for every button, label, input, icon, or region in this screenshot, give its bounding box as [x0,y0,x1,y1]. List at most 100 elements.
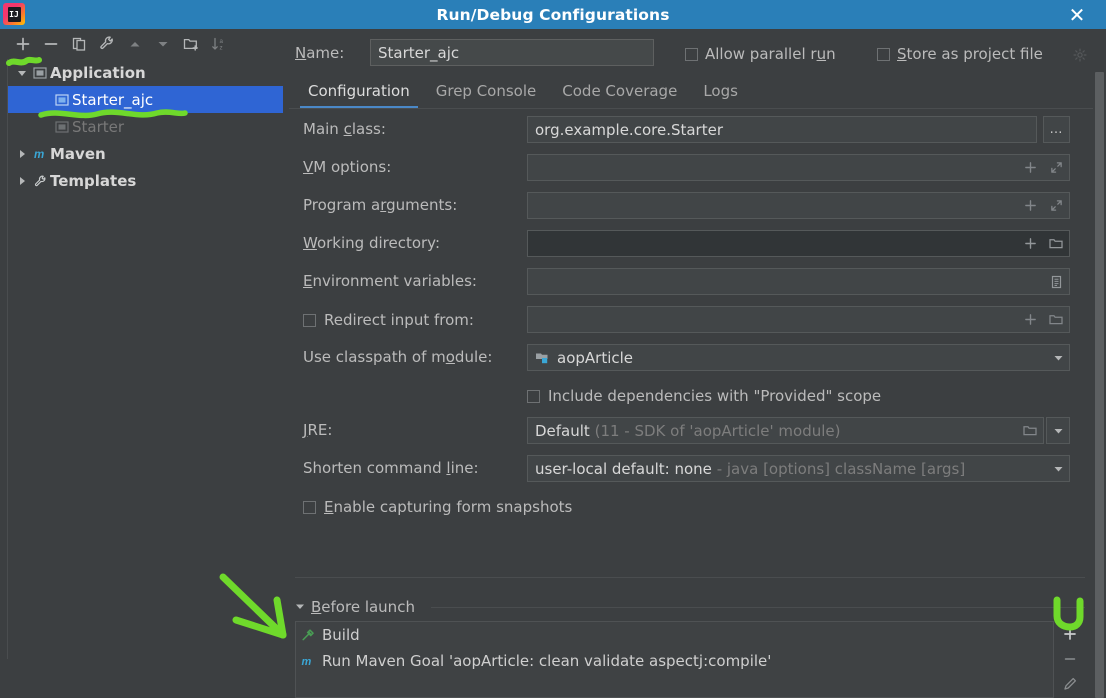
tree-group-application[interactable]: Application [8,59,283,86]
arrow-up-icon[interactable] [121,31,149,57]
main-class-value: org.example.core.Starter [528,121,1036,139]
folder-icon[interactable] [1043,231,1069,256]
folder-icon[interactable] [1043,307,1069,332]
expand-icon[interactable] [1043,155,1069,180]
run-debug-configurations-dialog: IJ Run/Debug Configurations ✕ [0,0,1106,669]
chevron-down-icon[interactable] [1047,456,1069,481]
arrow-down-icon[interactable] [149,31,177,57]
svg-text:m: m [34,149,44,161]
sort-alpha-icon[interactable]: a z [205,31,233,57]
tab-code-coverage[interactable]: Code Coverage [549,79,690,108]
svg-text:m: m [302,656,312,668]
tab-grep-console[interactable]: Grep Console [423,79,550,108]
tree-item-label: Templates [50,172,136,190]
store-as-project-file-checkbox[interactable]: Store as project file [877,45,1043,63]
jre-label: JRE: [303,421,332,439]
include-provided-scope-checkbox[interactable]: Include dependencies with "Provided" sco… [527,387,881,405]
wrench-icon[interactable] [93,31,121,57]
program-arguments-row: Program arguments: [289,187,1106,225]
main-class-input[interactable]: org.example.core.Starter [527,116,1037,143]
before-launch-task-label: Run Maven Goal 'aopArticle: clean valida… [322,652,771,670]
add-configuration-button[interactable] [9,31,37,57]
scrollbar-thumb[interactable] [1095,72,1104,698]
checkbox-box[interactable] [685,48,698,61]
window-title: Run/Debug Configurations [0,6,1106,24]
redirect-input-from-checkbox[interactable]: Redirect input from: [303,311,474,329]
enable-form-snapshots-checkbox[interactable]: Enable capturing form snapshots [303,498,572,516]
name-input[interactable] [370,39,654,66]
checkbox-box[interactable] [303,314,316,327]
tree-item-starter[interactable]: Starter [8,113,283,140]
allow-parallel-run-checkbox[interactable]: Allow parallel run [685,45,836,63]
tree-item-starter-ajc[interactable]: Starter_ajc [8,86,283,113]
environment-variables-row: Environment variables: [289,263,1106,301]
before-launch-task-label: Build [322,626,360,644]
copy-icon[interactable] [65,31,93,57]
list-icon[interactable] [1043,269,1069,294]
use-classpath-of-module-value: aopArticle [550,349,1047,367]
store-as-project-file-label: Store as project file [897,45,1043,63]
chevron-right-icon[interactable] [14,176,30,186]
gear-icon[interactable] [1073,48,1087,66]
checkbox-box[interactable] [877,48,890,61]
tab-configuration[interactable]: Configuration [295,79,423,108]
tree-item-label: Starter_ajc [72,91,153,109]
jre-hint: (11 - SDK of 'aopArticle' module) [595,422,841,440]
tree-group-templates[interactable]: Templates [8,167,283,194]
build-hammer-icon [301,628,315,642]
checkbox-box[interactable] [527,390,540,403]
allow-parallel-run-label: Allow parallel run [705,45,836,63]
configuration-panel: Name: Allow parallel run Store as projec… [289,29,1106,669]
panel-scrollbar[interactable] [1093,72,1106,698]
working-directory-input[interactable] [527,230,1070,257]
vm-options-label: VM options: [303,158,391,176]
program-arguments-label: Program arguments: [303,196,457,214]
main-class-row: Main class: org.example.core.Starter … [289,111,1106,149]
folder-add-icon[interactable] [177,31,205,57]
program-arguments-input[interactable] [527,192,1070,219]
remove-configuration-button[interactable] [37,31,65,57]
folder-icon[interactable] [1017,418,1043,443]
before-launch-task-row[interactable]: m Run Maven Goal 'aopArticle: clean vali… [296,648,1053,674]
use-classpath-of-module-label: Use classpath of module: [303,348,492,366]
use-classpath-of-module-dropdown[interactable]: aopArticle [527,344,1070,371]
close-icon[interactable]: ✕ [1062,0,1092,29]
intellij-idea-icon: IJ [3,3,25,25]
use-classpath-of-module-row: Use classpath of module: aopArticle [289,339,1106,377]
chevron-down-icon[interactable] [14,68,30,78]
tree-item-label: Maven [50,145,106,163]
shorten-command-line-value-wrap: user-local default: none - java [options… [528,460,1047,478]
add-before-launch-task-button[interactable] [1055,621,1085,646]
jre-dropdown[interactable]: Default (11 - SDK of 'aopArticle' module… [527,417,1044,444]
before-launch-task-list[interactable]: Build m Run Maven Goal 'aopArticle: clea… [295,621,1054,698]
configurations-tree: Application Starter_ajc [7,59,283,659]
before-launch-task-row[interactable]: Build [296,622,1053,648]
environment-variables-label: Environment variables: [303,272,477,290]
main-class-browse-button[interactable]: … [1043,116,1070,143]
pencil-icon[interactable] [1055,671,1085,696]
tab-logs[interactable]: Logs [690,79,751,108]
title-bar: IJ Run/Debug Configurations ✕ [0,0,1106,29]
remove-before-launch-task-button[interactable] [1055,646,1085,671]
shorten-command-line-dropdown[interactable]: user-local default: none - java [options… [527,455,1070,482]
include-provided-scope-label: Include dependencies with "Provided" sco… [548,387,881,405]
plus-icon[interactable] [1017,155,1043,180]
chevron-down-icon[interactable] [1047,345,1069,370]
chevron-right-icon[interactable] [14,149,30,159]
expand-icon[interactable] [1043,193,1069,218]
maven-icon: m [30,147,50,161]
environment-variables-input[interactable] [527,268,1070,295]
tree-group-maven[interactable]: m Maven [8,140,283,167]
redirect-input-from-input[interactable] [527,306,1070,333]
jre-chevron-down-icon[interactable] [1046,417,1070,444]
shorten-command-line-row: Shorten command line: user-local default… [289,450,1106,488]
chevron-down-icon[interactable] [295,599,305,615]
vm-options-input[interactable] [527,154,1070,181]
jre-value: Default [535,422,590,440]
checkbox-box[interactable] [303,501,316,514]
plus-icon[interactable] [1017,231,1043,256]
plus-icon[interactable] [1017,193,1043,218]
configuration-form: Main class: org.example.core.Starter … V… [289,111,1106,526]
application-icon [52,120,72,134]
plus-icon[interactable] [1017,307,1043,332]
